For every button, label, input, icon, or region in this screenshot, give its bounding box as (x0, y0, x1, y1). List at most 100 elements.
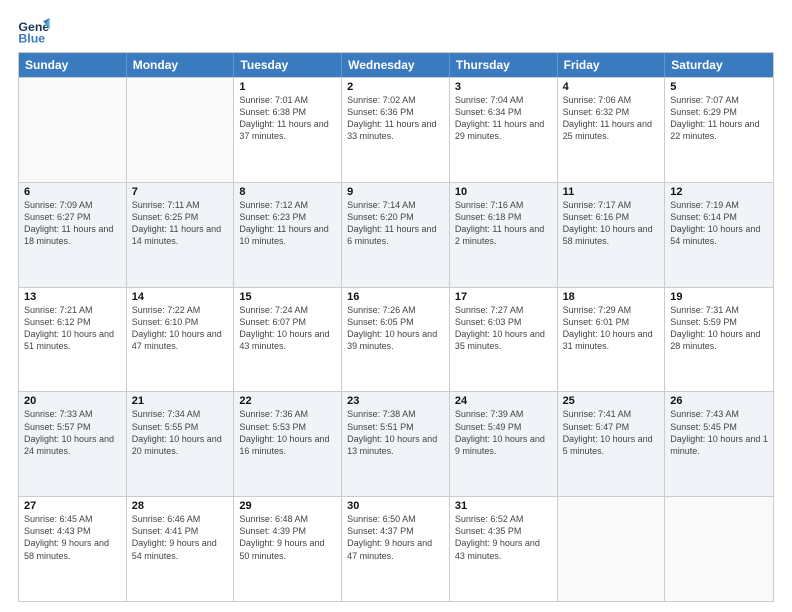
cell-info: Sunrise: 7:24 AM Sunset: 6:07 PM Dayligh… (239, 304, 336, 353)
cell-info: Sunrise: 7:22 AM Sunset: 6:10 PM Dayligh… (132, 304, 229, 353)
calendar-cell: 6Sunrise: 7:09 AM Sunset: 6:27 PM Daylig… (19, 183, 127, 287)
weekday-header: Saturday (665, 53, 773, 77)
day-number: 14 (132, 291, 229, 303)
cell-info: Sunrise: 7:43 AM Sunset: 5:45 PM Dayligh… (670, 408, 768, 457)
calendar-cell: 2Sunrise: 7:02 AM Sunset: 6:36 PM Daylig… (342, 78, 450, 182)
calendar-cell: 15Sunrise: 7:24 AM Sunset: 6:07 PM Dayli… (234, 288, 342, 392)
calendar-cell: 24Sunrise: 7:39 AM Sunset: 5:49 PM Dayli… (450, 392, 558, 496)
calendar: SundayMondayTuesdayWednesdayThursdayFrid… (18, 52, 774, 602)
day-number: 25 (563, 395, 660, 407)
cell-info: Sunrise: 7:09 AM Sunset: 6:27 PM Dayligh… (24, 199, 121, 248)
day-number: 11 (563, 186, 660, 198)
day-number: 27 (24, 500, 121, 512)
cell-info: Sunrise: 7:36 AM Sunset: 5:53 PM Dayligh… (239, 408, 336, 457)
cell-info: Sunrise: 7:19 AM Sunset: 6:14 PM Dayligh… (670, 199, 768, 248)
calendar-row: 1Sunrise: 7:01 AM Sunset: 6:38 PM Daylig… (19, 77, 773, 182)
day-number: 24 (455, 395, 552, 407)
weekday-header: Monday (127, 53, 235, 77)
day-number: 23 (347, 395, 444, 407)
weekday-header: Friday (558, 53, 666, 77)
calendar-cell: 30Sunrise: 6:50 AM Sunset: 4:37 PM Dayli… (342, 497, 450, 601)
cell-info: Sunrise: 7:34 AM Sunset: 5:55 PM Dayligh… (132, 408, 229, 457)
calendar-cell: 14Sunrise: 7:22 AM Sunset: 6:10 PM Dayli… (127, 288, 235, 392)
page: General Blue SundayMondayTuesdayWednesda… (0, 0, 792, 612)
day-number: 8 (239, 186, 336, 198)
calendar-cell: 27Sunrise: 6:45 AM Sunset: 4:43 PM Dayli… (19, 497, 127, 601)
day-number: 12 (670, 186, 768, 198)
cell-info: Sunrise: 7:12 AM Sunset: 6:23 PM Dayligh… (239, 199, 336, 248)
day-number: 1 (239, 81, 336, 93)
cell-info: Sunrise: 7:02 AM Sunset: 6:36 PM Dayligh… (347, 94, 444, 143)
calendar-row: 6Sunrise: 7:09 AM Sunset: 6:27 PM Daylig… (19, 182, 773, 287)
calendar-cell: 18Sunrise: 7:29 AM Sunset: 6:01 PM Dayli… (558, 288, 666, 392)
day-number: 6 (24, 186, 121, 198)
day-number: 26 (670, 395, 768, 407)
day-number: 2 (347, 81, 444, 93)
day-number: 18 (563, 291, 660, 303)
cell-info: Sunrise: 7:16 AM Sunset: 6:18 PM Dayligh… (455, 199, 552, 248)
day-number: 19 (670, 291, 768, 303)
cell-info: Sunrise: 7:41 AM Sunset: 5:47 PM Dayligh… (563, 408, 660, 457)
day-number: 21 (132, 395, 229, 407)
calendar-cell: 21Sunrise: 7:34 AM Sunset: 5:55 PM Dayli… (127, 392, 235, 496)
cell-info: Sunrise: 6:50 AM Sunset: 4:37 PM Dayligh… (347, 513, 444, 562)
cell-info: Sunrise: 7:26 AM Sunset: 6:05 PM Dayligh… (347, 304, 444, 353)
cell-info: Sunrise: 7:38 AM Sunset: 5:51 PM Dayligh… (347, 408, 444, 457)
cell-info: Sunrise: 7:01 AM Sunset: 6:38 PM Dayligh… (239, 94, 336, 143)
cell-info: Sunrise: 6:52 AM Sunset: 4:35 PM Dayligh… (455, 513, 552, 562)
day-number: 5 (670, 81, 768, 93)
cell-info: Sunrise: 7:27 AM Sunset: 6:03 PM Dayligh… (455, 304, 552, 353)
calendar-cell: 26Sunrise: 7:43 AM Sunset: 5:45 PM Dayli… (665, 392, 773, 496)
day-number: 4 (563, 81, 660, 93)
cell-info: Sunrise: 7:17 AM Sunset: 6:16 PM Dayligh… (563, 199, 660, 248)
day-number: 20 (24, 395, 121, 407)
calendar-cell: 25Sunrise: 7:41 AM Sunset: 5:47 PM Dayli… (558, 392, 666, 496)
calendar-body: 1Sunrise: 7:01 AM Sunset: 6:38 PM Daylig… (19, 77, 773, 601)
day-number: 3 (455, 81, 552, 93)
day-number: 10 (455, 186, 552, 198)
header: General Blue (18, 18, 774, 46)
calendar-row: 13Sunrise: 7:21 AM Sunset: 6:12 PM Dayli… (19, 287, 773, 392)
cell-info: Sunrise: 7:14 AM Sunset: 6:20 PM Dayligh… (347, 199, 444, 248)
cell-info: Sunrise: 7:11 AM Sunset: 6:25 PM Dayligh… (132, 199, 229, 248)
calendar-cell: 7Sunrise: 7:11 AM Sunset: 6:25 PM Daylig… (127, 183, 235, 287)
weekday-header: Thursday (450, 53, 558, 77)
cell-info: Sunrise: 7:33 AM Sunset: 5:57 PM Dayligh… (24, 408, 121, 457)
calendar-cell: 19Sunrise: 7:31 AM Sunset: 5:59 PM Dayli… (665, 288, 773, 392)
day-number: 16 (347, 291, 444, 303)
logo-icon: General Blue (18, 18, 50, 46)
day-number: 9 (347, 186, 444, 198)
calendar-cell (127, 78, 235, 182)
cell-info: Sunrise: 7:21 AM Sunset: 6:12 PM Dayligh… (24, 304, 121, 353)
day-number: 7 (132, 186, 229, 198)
calendar-cell: 9Sunrise: 7:14 AM Sunset: 6:20 PM Daylig… (342, 183, 450, 287)
calendar-cell: 8Sunrise: 7:12 AM Sunset: 6:23 PM Daylig… (234, 183, 342, 287)
calendar-cell: 20Sunrise: 7:33 AM Sunset: 5:57 PM Dayli… (19, 392, 127, 496)
day-number: 29 (239, 500, 336, 512)
weekday-header: Tuesday (234, 53, 342, 77)
calendar-cell: 3Sunrise: 7:04 AM Sunset: 6:34 PM Daylig… (450, 78, 558, 182)
cell-info: Sunrise: 7:04 AM Sunset: 6:34 PM Dayligh… (455, 94, 552, 143)
calendar-header: SundayMondayTuesdayWednesdayThursdayFrid… (19, 53, 773, 77)
cell-info: Sunrise: 7:29 AM Sunset: 6:01 PM Dayligh… (563, 304, 660, 353)
calendar-cell: 12Sunrise: 7:19 AM Sunset: 6:14 PM Dayli… (665, 183, 773, 287)
weekday-header: Sunday (19, 53, 127, 77)
cell-info: Sunrise: 6:46 AM Sunset: 4:41 PM Dayligh… (132, 513, 229, 562)
cell-info: Sunrise: 6:48 AM Sunset: 4:39 PM Dayligh… (239, 513, 336, 562)
calendar-row: 27Sunrise: 6:45 AM Sunset: 4:43 PM Dayli… (19, 496, 773, 601)
day-number: 13 (24, 291, 121, 303)
day-number: 28 (132, 500, 229, 512)
calendar-cell (19, 78, 127, 182)
calendar-cell: 28Sunrise: 6:46 AM Sunset: 4:41 PM Dayli… (127, 497, 235, 601)
weekday-header: Wednesday (342, 53, 450, 77)
calendar-cell: 4Sunrise: 7:06 AM Sunset: 6:32 PM Daylig… (558, 78, 666, 182)
calendar-cell: 17Sunrise: 7:27 AM Sunset: 6:03 PM Dayli… (450, 288, 558, 392)
calendar-cell (665, 497, 773, 601)
calendar-cell: 10Sunrise: 7:16 AM Sunset: 6:18 PM Dayli… (450, 183, 558, 287)
cell-info: Sunrise: 7:31 AM Sunset: 5:59 PM Dayligh… (670, 304, 768, 353)
cell-info: Sunrise: 7:39 AM Sunset: 5:49 PM Dayligh… (455, 408, 552, 457)
calendar-cell: 29Sunrise: 6:48 AM Sunset: 4:39 PM Dayli… (234, 497, 342, 601)
calendar-cell: 5Sunrise: 7:07 AM Sunset: 6:29 PM Daylig… (665, 78, 773, 182)
day-number: 22 (239, 395, 336, 407)
calendar-cell: 23Sunrise: 7:38 AM Sunset: 5:51 PM Dayli… (342, 392, 450, 496)
